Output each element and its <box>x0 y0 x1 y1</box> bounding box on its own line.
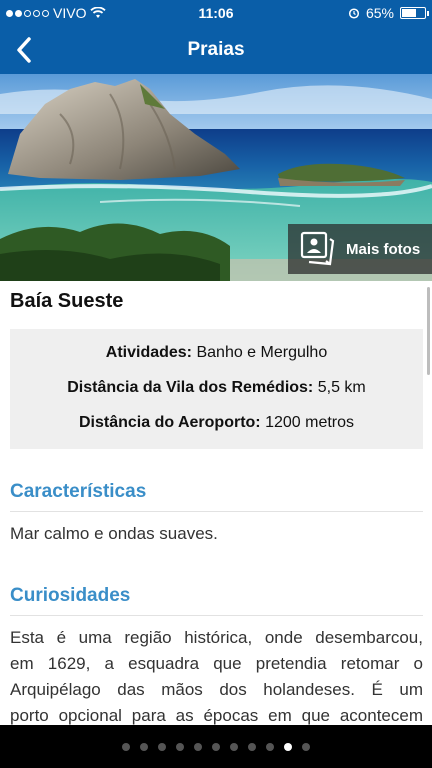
info-box: Atividades: Banho e Mergulho Distância d… <box>10 329 423 449</box>
beach-photo[interactable]: Mais fotos <box>0 74 432 281</box>
activities-value: Banho e Mergulho <box>196 344 328 361</box>
wifi-icon <box>90 7 107 18</box>
status-left: VIVO <box>6 5 156 21</box>
status-right: 65% <box>276 5 429 21</box>
more-photos-button[interactable]: Mais fotos <box>288 224 432 274</box>
activities-row: Atividades: Banho e Mergulho <box>10 344 423 362</box>
page-indicator[interactable] <box>0 725 432 768</box>
carrier-label: VIVO <box>53 5 87 21</box>
chevron-left-icon <box>17 37 31 63</box>
scrollbar[interactable] <box>427 287 430 375</box>
detail-content[interactable]: Baía Sueste Atividades: Banho e Mergulho… <box>0 281 432 725</box>
page-dot[interactable] <box>176 742 184 751</box>
page-dot[interactable] <box>194 742 202 751</box>
page-dot[interactable] <box>158 742 166 751</box>
airport-distance-value: 1200 metros <box>265 414 355 431</box>
page-dot[interactable] <box>248 742 256 751</box>
village-distance-label: Distância da Vila dos Remédios: <box>67 379 314 396</box>
signal-icon <box>6 9 49 17</box>
activities-label: Atividades: <box>105 344 193 361</box>
airport-distance-label: Distância do Aeroporto: <box>78 414 261 431</box>
curiosities-line: Esta é uma região histórica, onde desemb… <box>10 628 423 647</box>
page-dot-active[interactable] <box>284 742 292 751</box>
characteristics-text: Mar calmo e ondas suaves. <box>10 524 218 543</box>
more-photos-label: Mais fotos <box>346 240 421 258</box>
curiosities-line: porto opcional para as épocas em que aco… <box>10 706 423 725</box>
page-dot[interactable] <box>212 742 220 751</box>
battery-percent: 65% <box>365 5 394 21</box>
back-button[interactable] <box>10 36 38 64</box>
page-dot[interactable] <box>230 742 238 751</box>
nav-bar: Praias <box>0 26 432 74</box>
page-dot[interactable] <box>140 742 148 751</box>
beach-name: Baía Sueste <box>10 290 124 312</box>
battery-level <box>402 9 417 17</box>
status-time: 11:06 <box>198 5 234 21</box>
alarm-icon <box>348 8 360 19</box>
airport-distance-row: Distância do Aeroporto: 1200 metros <box>10 414 423 432</box>
village-distance-value: 5,5 km <box>317 379 366 396</box>
status-bar: VIVO 11:06 65% <box>0 0 432 26</box>
battery-icon <box>400 7 429 19</box>
village-distance-row: Distância da Vila dos Remédios: 5,5 km <box>10 379 423 397</box>
page-dot[interactable] <box>122 742 130 751</box>
curiosities-heading: Curiosidades <box>10 585 423 616</box>
curiosities-line: em 1629, a esquadra que pretendia retoma… <box>10 654 423 673</box>
page-dot[interactable] <box>266 742 274 751</box>
page-title: Praias <box>187 39 245 60</box>
curiosities-line: Arquipélago das mãos dos holandeses. É u… <box>10 680 423 699</box>
photos-icon <box>300 231 335 266</box>
characteristics-heading: Características <box>10 481 423 512</box>
page-dot[interactable] <box>302 742 310 751</box>
